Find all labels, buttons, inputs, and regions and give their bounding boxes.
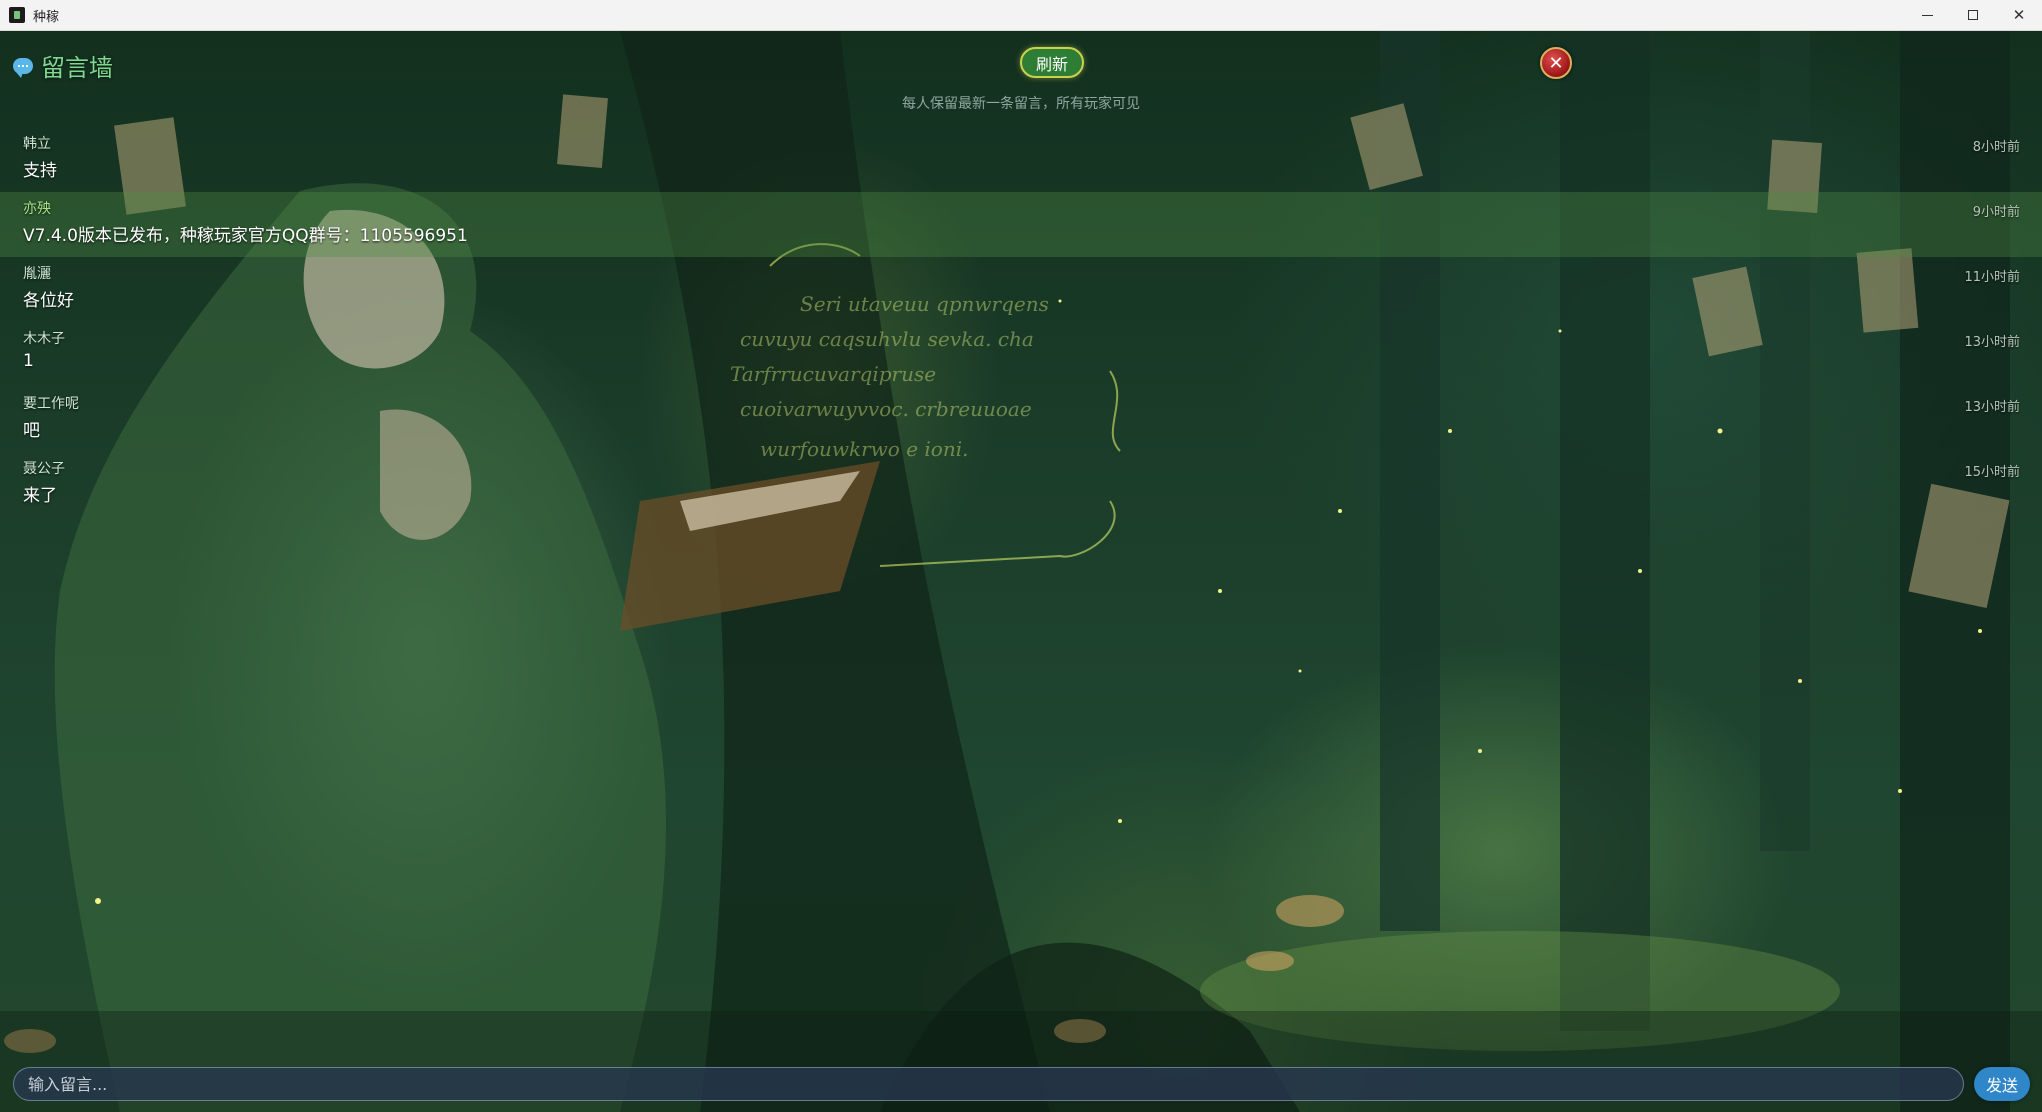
window-title: 种稼 [33,9,60,25]
message-row: 要工作呢 吧 13小时前 [0,387,2042,452]
maximize-button[interactable] [1950,0,1996,30]
message-row: 胤灑 各位好 11小时前 [0,257,2042,322]
message-author: 亦殃 [23,201,51,217]
message-row: 木木子 1 13小时前 [0,322,2042,387]
window-close-icon: ✕ [2012,6,2026,24]
message-author: 聂公子 [23,461,65,477]
message-time: 13小时前 [1964,400,2020,415]
message-text: 支持 [23,161,57,181]
message-rule-hint: 每人保留最新一条留言，所有玩家可见 [902,96,1140,112]
message-time: 13小时前 [1964,335,2020,350]
chat-dots [17,64,29,67]
message-wall-title-text: 留言墙 [41,54,113,82]
message-text: 1 [23,351,34,371]
message-row: 韩立 支持 8小时前 [0,127,2042,192]
refresh-label: 刷新 [1035,54,1068,74]
message-list: 韩立 支持 8小时前 亦殃 V7.4.0版本已发布，种稼玩家官方QQ群号：110… [0,127,2042,517]
message-author: 韩立 [23,136,51,152]
maximize-icon [1968,10,1978,20]
close-panel-button[interactable]: ✕ [1540,47,1572,79]
window-close-button[interactable]: ✕ [1996,0,2042,30]
minimize-button[interactable] [1904,0,1950,30]
message-time: 8小时前 [1972,140,2020,155]
message-text: 吧 [23,421,40,441]
game-window: 种稼 ✕ Seri utaveuu qpnwrqens cuvuyu caqsu… [0,0,2042,1112]
message-row: 聂公子 来了 15小时前 [0,452,2042,517]
send-label: 发送 [1985,1076,2018,1095]
message-input[interactable] [13,1067,1964,1101]
message-time: 11小时前 [1964,270,2020,285]
message-author: 胤灑 [23,266,51,282]
refresh-button[interactable]: 刷新 [1020,47,1084,78]
message-author: 木木子 [23,331,65,347]
send-button[interactable]: 发送 [1974,1067,2030,1101]
chat-bubble-icon [13,57,33,78]
close-x-icon: ✕ [1548,52,1564,74]
message-time: 15小时前 [1964,465,2020,480]
message-time: 9小时前 [1972,205,2020,220]
message-author: 要工作呢 [23,396,79,412]
message-wall-title: 留言墙 [13,48,113,83]
app-icon [9,7,25,23]
message-text: V7.4.0版本已发布，种稼玩家官方QQ群号：1105596951 [23,226,468,246]
minimize-icon [1921,14,1933,16]
title-bar: 种稼 ✕ [0,0,2042,31]
message-text: 各位好 [23,291,74,311]
message-row-highlighted: 亦殃 V7.4.0版本已发布，种稼玩家官方QQ群号：1105596951 9小时… [0,192,2042,257]
message-text: 来了 [23,486,57,506]
